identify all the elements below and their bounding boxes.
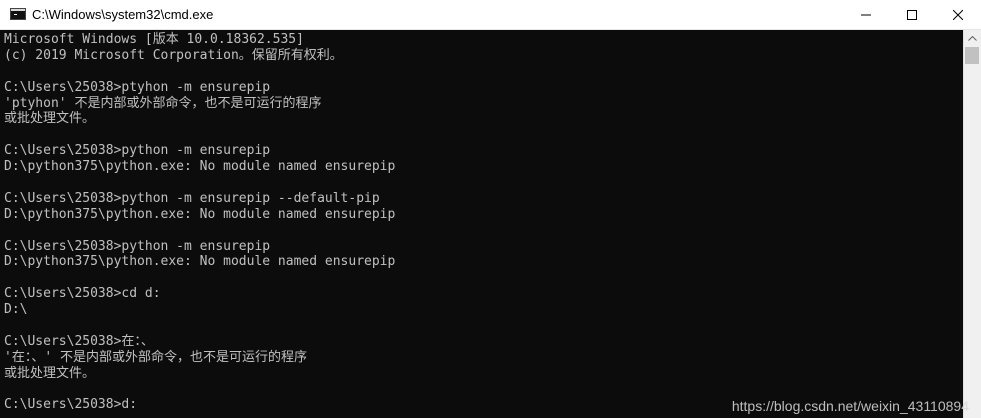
maximize-icon (907, 10, 917, 20)
console-lines: Microsoft Windows [版本 10.0.18362.535] (c)… (4, 32, 395, 413)
console-line: C:\Users\25038>python -m ensurepip (4, 238, 271, 254)
console-line: '在：、' 不是内部或外部命令，也不是可运行的程序 (4, 349, 307, 365)
cmd-window: C:\Windows\system32\cmd.exe Microsoft Wi… (0, 0, 981, 418)
console-line: 'ptyhon' 不是内部或外部命令，也不是可运行的程序 (4, 95, 322, 111)
cmd-icon[interactable] (10, 8, 26, 20)
vertical-scrollbar[interactable] (963, 30, 981, 418)
scroll-thumb[interactable] (965, 47, 979, 64)
window-controls (843, 0, 981, 30)
scroll-up-button[interactable] (964, 30, 981, 47)
close-icon (953, 10, 963, 20)
console-line: C:\Users\25038>ptyhon -m ensurepip (4, 79, 271, 95)
watermark: https://blog.csdn.net/weixin_43110894 (731, 398, 969, 414)
minimize-button[interactable] (843, 0, 889, 30)
close-button[interactable] (935, 0, 981, 30)
console-line: (c) 2019 Microsoft Corporation。保留所有权利。 (4, 47, 343, 63)
console-line: C:\Users\25038>d: (4, 397, 138, 413)
maximize-button[interactable] (889, 0, 935, 30)
scroll-up-arrow-icon (968, 36, 977, 41)
console-line: 或批处理文件。 (4, 365, 96, 381)
console-line: D:\ (4, 302, 28, 318)
console-line: C:\Users\25038>python -m ensurepip (4, 143, 271, 159)
console-line: C:\Users\25038>在：、 (4, 333, 154, 349)
console-line: D:\python375\python.exe: No module named… (4, 254, 396, 270)
window-title: C:\Windows\system32\cmd.exe (32, 7, 214, 22)
console-line: Microsoft Windows [版本 10.0.18362.535] (4, 32, 304, 47)
console-line: D:\python375\python.exe: No module named… (4, 206, 396, 222)
console-line: D:\python375\python.exe: No module named… (4, 159, 396, 175)
minimize-icon (861, 14, 871, 16)
console-line: C:\Users\25038>python -m ensurepip --def… (4, 190, 380, 206)
title-bar[interactable]: C:\Windows\system32\cmd.exe (0, 0, 981, 30)
console-line: 或批处理文件。 (4, 111, 96, 127)
console-output[interactable]: Microsoft Windows [版本 10.0.18362.535] (c)… (0, 30, 963, 418)
console-line: C:\Users\25038>cd d: (4, 286, 161, 302)
